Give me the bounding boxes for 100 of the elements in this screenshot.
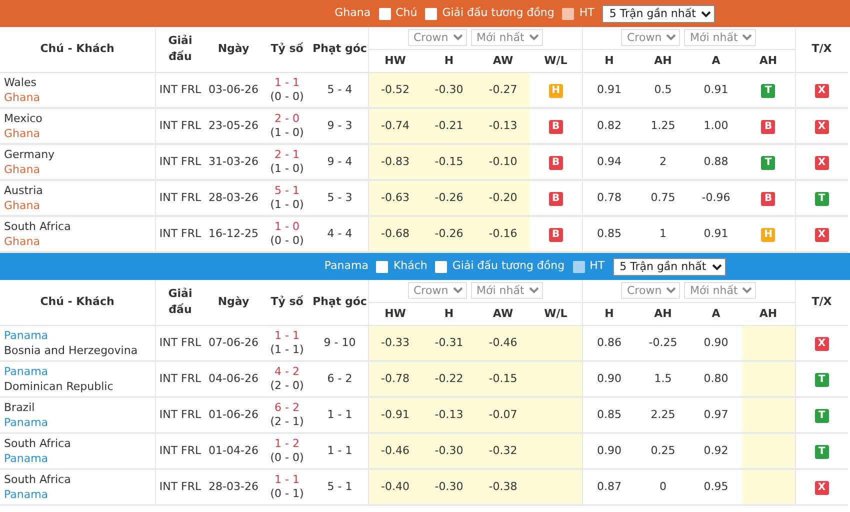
table-cell: -0.91 — [368, 397, 422, 433]
odds-select[interactable]: Crown — [408, 282, 466, 300]
result-badge: B — [548, 156, 563, 170]
table-cell: 0.78 — [582, 180, 636, 216]
team-name[interactable]: South Africa — [4, 219, 154, 234]
odds-select[interactable]: Crown — [621, 282, 680, 300]
result-badge: T — [761, 156, 776, 170]
result-badge: B — [548, 228, 563, 242]
table-cell: -0.30 — [422, 72, 476, 108]
column-header: HW — [368, 302, 422, 325]
match-count-select[interactable]: 5 Trận gần nhất — [612, 258, 726, 276]
odds-select[interactable]: Mới nhất — [684, 29, 756, 46]
team-name[interactable]: Panama — [4, 364, 154, 379]
table-cell: -0.33 — [368, 325, 422, 361]
odds-select[interactable]: Crown — [408, 29, 466, 46]
table-cell: -0.32 — [476, 433, 530, 469]
table-cell: 0.91 — [582, 72, 636, 108]
result-badge: H — [548, 84, 563, 98]
result-badge: B — [548, 192, 563, 206]
result-badge: X — [814, 120, 829, 134]
half-time-score: (0 - 1) — [269, 487, 305, 501]
team-name[interactable]: Brazil — [4, 400, 154, 415]
score: 2 - 1 — [274, 148, 300, 162]
odds-select[interactable]: Mới nhất — [684, 282, 756, 300]
team-name[interactable]: Ghana — [4, 126, 154, 141]
table-cell: -0.07 — [476, 397, 530, 433]
team-name[interactable]: Austria — [4, 183, 154, 198]
column-header: AH — [636, 50, 690, 72]
result-badge: B — [761, 192, 776, 206]
team-name[interactable]: Mexico — [4, 111, 154, 126]
column-header: AW — [476, 50, 530, 72]
checkbox[interactable] — [435, 260, 448, 272]
table-cell: -0.27 — [476, 72, 530, 108]
column-header: A — [690, 50, 742, 72]
team-name[interactable]: Panama — [4, 328, 154, 343]
table-cell: -0.20 — [476, 180, 530, 216]
column-header: AH — [636, 302, 690, 325]
score: 6 - 2 — [274, 401, 300, 415]
half-time-score: (1 - 0) — [269, 198, 305, 212]
team-name[interactable]: South Africa — [4, 472, 154, 487]
table-cell: -0.26 — [422, 180, 476, 216]
table-cell: 28-03-26 — [205, 180, 262, 216]
team-name[interactable]: Panama — [4, 451, 154, 466]
column-header: Giải đấu — [155, 27, 205, 72]
table-cell: -0.30 — [422, 433, 476, 469]
checkbox[interactable] — [378, 8, 391, 20]
table-cell: 0.90 — [582, 361, 636, 397]
match-count-select[interactable]: 5 Trận gần nhất — [602, 4, 716, 22]
score: 2 - 0 — [274, 112, 300, 126]
checkbox[interactable] — [425, 8, 438, 20]
half-time-score: (1 - 0) — [269, 162, 305, 176]
table-cell: -0.31 — [422, 325, 476, 361]
table-cell: 0.91 — [690, 72, 742, 108]
column-header: H — [422, 302, 476, 325]
table-cell: -0.22 — [422, 361, 476, 397]
table-cell: 1.00 — [690, 108, 742, 144]
team-name[interactable]: Ghana — [4, 90, 154, 105]
team-name[interactable]: Panama — [4, 415, 154, 430]
result-badge: X — [814, 336, 829, 350]
team-name[interactable]: Bosnia and Herzegovina — [4, 342, 154, 358]
team-name[interactable]: South Africa — [4, 436, 154, 451]
table-cell: 2.25 — [636, 397, 690, 433]
result-badge: X — [814, 84, 829, 98]
table-cell: 1.5 — [636, 361, 690, 397]
table-cell: 04-06-26 — [205, 361, 262, 397]
team-name[interactable]: Panama — [4, 487, 154, 502]
table-cell: -0.38 — [476, 469, 530, 505]
table-cell: -0.10 — [476, 144, 530, 180]
table-cell: INT FRL — [155, 325, 205, 361]
team-name[interactable]: Ghana — [4, 234, 154, 249]
checkbox-label: Giải đấu tương đồng — [442, 5, 554, 22]
team-name: Panama — [324, 258, 368, 274]
checkbox[interactable] — [376, 260, 388, 272]
odds-select[interactable]: Mới nhất — [470, 282, 542, 300]
odds-select[interactable]: Crown — [621, 29, 680, 46]
half-time-score: (2 - 0) — [269, 379, 305, 393]
column-header: H — [582, 50, 636, 72]
half-time-score: (0 - 0) — [269, 234, 305, 248]
table-cell: -0.46 — [368, 433, 422, 469]
table-cell: 0.90 — [582, 433, 636, 469]
table-cell: -0.30 — [422, 469, 476, 505]
table-cell: INT FRL — [155, 72, 205, 108]
table-cell: -0.52 — [368, 72, 422, 108]
table-cell: INT FRL — [155, 397, 205, 433]
team-name[interactable]: Germany — [4, 147, 154, 162]
column-header: Phạt góc — [312, 27, 368, 72]
team-name[interactable]: Ghana — [4, 198, 154, 213]
team-name[interactable]: Dominican Republic — [4, 379, 154, 394]
half-time-score: (2 - 1) — [269, 415, 305, 429]
score: 1 - 0 — [274, 220, 300, 234]
result-badge: B — [548, 120, 563, 134]
table-cell: -0.21 — [422, 108, 476, 144]
table-cell: INT FRL — [155, 180, 205, 216]
team-name[interactable]: Wales — [4, 74, 154, 90]
odds-select[interactable]: Mới nhất — [470, 29, 542, 46]
result-badge: T — [814, 192, 829, 206]
table-cell: -0.46 — [476, 325, 530, 361]
team-name[interactable]: Ghana — [4, 162, 154, 177]
score: 1 - 1 — [274, 76, 300, 90]
result-badge: B — [761, 120, 776, 134]
